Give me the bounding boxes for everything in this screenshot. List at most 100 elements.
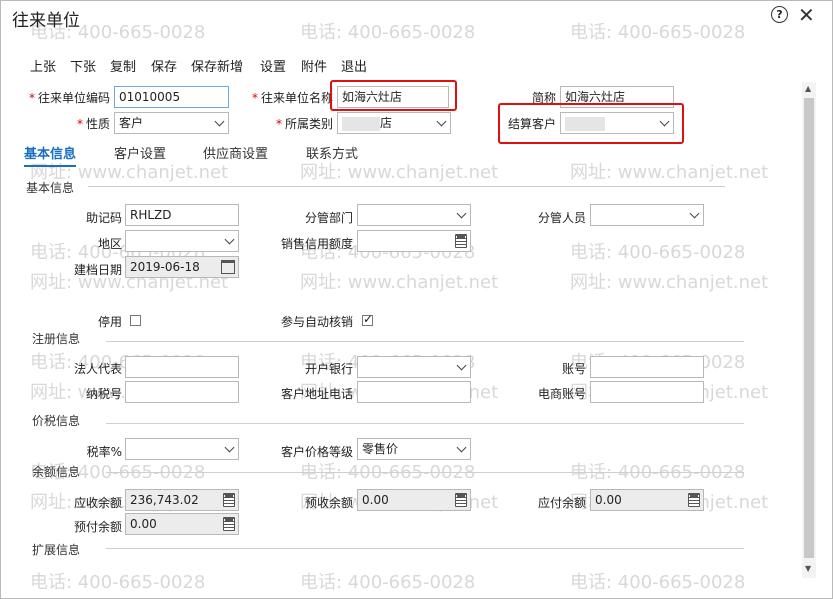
calculator-icon[interactable] [688,493,700,507]
highlight-box [498,103,684,144]
section-balance: 余额信息 [32,465,81,479]
section-basic: 基本信息 [26,181,75,195]
tax-no-field[interactable] [125,381,239,403]
copy-button[interactable]: 复制 [110,56,136,75]
attach-button[interactable]: 附件 [301,56,327,75]
chevron-down-icon [436,116,447,127]
credit-label: 销售信用额度 [280,237,353,251]
staff-select[interactable] [590,204,704,226]
tab-customer[interactable]: 客户设置 [114,143,166,162]
scroll-up-icon[interactable]: ▲ [805,84,811,93]
calendar-icon[interactable] [221,260,235,274]
pre-receive-label: 预收余额 [304,496,353,510]
address-phone-label: 客户地址电话 [280,387,353,401]
scroll-down-icon[interactable]: ▼ [805,564,811,573]
nature-label: * 性质 [76,117,110,131]
nature-select[interactable]: 客户 [114,112,229,134]
auto-writeoff-checkbox[interactable] [362,312,373,326]
account-field[interactable] [590,356,704,378]
window-title: 往来单位 [12,11,80,31]
save-new-button[interactable]: 保存新增 [191,56,243,75]
region-label: 地区 [97,237,122,251]
name-label: * 往来单位名称 [251,91,333,105]
divider [106,423,744,424]
chevron-down-icon [224,442,235,453]
bank-select[interactable] [357,356,471,378]
close-icon[interactable]: ✕ [798,3,815,27]
pre-receive-field[interactable]: 0.00 [357,489,471,511]
address-phone-field[interactable] [357,381,471,403]
watermark-phone: 电话: 400-665-0028 [300,22,476,43]
chevron-down-icon [689,208,700,219]
tax-rate-select[interactable] [125,438,239,460]
auto-writeoff-label: 参与自动核销 [280,315,353,329]
divider [106,472,744,473]
chevron-down-icon [214,116,225,127]
watermark-site: 网址: www.chanjet.net [570,162,769,183]
dept-label: 分管部门 [304,211,353,225]
code-label: * 往来单位编码 [28,91,110,105]
section-register: 注册信息 [32,332,81,346]
credit-field[interactable] [357,230,471,252]
date-field[interactable]: 2019-06-18 [125,256,239,278]
legal-rep-field[interactable] [125,356,239,378]
tax-no-label: 纳税号 [85,387,122,401]
ar-balance-field[interactable]: 236,743.02 [125,489,239,511]
watermark-phone: 电话: 400-665-0028 [570,462,746,483]
chevron-down-icon [456,360,467,371]
price-level-select[interactable]: 零售价 [357,438,471,460]
watermark-phone: 电话: 400-665-0028 [300,572,476,593]
watermark-site: 网址: www.chanjet.net [300,272,499,293]
date-label: 建档日期 [73,263,122,277]
region-select[interactable] [125,230,239,252]
save-button[interactable]: 保存 [151,56,177,75]
watermark-phone: 电话: 400-665-0028 [30,572,206,593]
calculator-icon[interactable] [223,493,235,507]
disabled-label: 停用 [97,315,122,329]
exit-button[interactable]: 退出 [341,56,367,75]
account-label: 账号 [561,362,586,376]
tab-supplier[interactable]: 供应商设置 [203,143,268,162]
divider [106,341,744,342]
settings-button[interactable]: 设置 [260,56,286,75]
watermark-phone: 电话: 400-665-0028 [570,22,746,43]
help-icon[interactable]: ? [771,6,788,23]
watermark-site: 网址: www.chanjet.net [570,272,769,293]
ap-balance-label: 应付余额 [537,496,586,510]
watermark-phone: 电话: 400-665-0028 [570,572,746,593]
next-button[interactable]: 下张 [70,56,96,75]
calculator-icon[interactable] [455,234,467,248]
section-extension: 扩展信息 [32,543,81,557]
dept-select[interactable] [357,204,471,226]
category-select[interactable]: 店 [337,112,451,134]
ecom-account-field[interactable] [590,381,704,403]
divider [106,548,744,549]
watermark-phone: 电话: 400-665-0028 [300,462,476,483]
mnemonic-field[interactable]: RHLZD [125,204,239,226]
category-label: * 所属类别 [275,117,333,131]
tax-rate-label: 税率% [86,445,122,459]
bank-label: 开户银行 [304,362,353,376]
legal-rep-label: 法人代表 [73,362,122,376]
calculator-icon[interactable] [223,517,235,531]
chevron-down-icon [456,442,467,453]
tab-basic[interactable]: 基本信息 [24,143,77,167]
price-level-label: 客户价格等级 [280,445,353,459]
section-price: 价税信息 [32,414,81,428]
scrollbar-thumb[interactable] [804,98,814,558]
ap-balance-field[interactable]: 0.00 [590,489,704,511]
calculator-icon[interactable] [455,493,467,507]
prev-button[interactable]: 上张 [30,56,56,75]
code-field[interactable]: 01010005 [114,86,229,108]
chevron-down-icon [456,208,467,219]
watermark-phone: 电话: 400-665-0028 [570,242,746,263]
prepay-balance-field[interactable]: 0.00 [125,513,239,535]
mnemonic-label: 助记码 [85,211,122,225]
divider [88,186,725,187]
ar-balance-label: 应收余额 [73,496,122,510]
ecom-account-label: 电商账号 [537,387,586,401]
disabled-checkbox[interactable] [130,315,141,326]
tab-contact[interactable]: 联系方式 [306,143,358,162]
prepay-balance-label: 预付余额 [73,520,122,534]
chevron-down-icon [224,234,235,245]
